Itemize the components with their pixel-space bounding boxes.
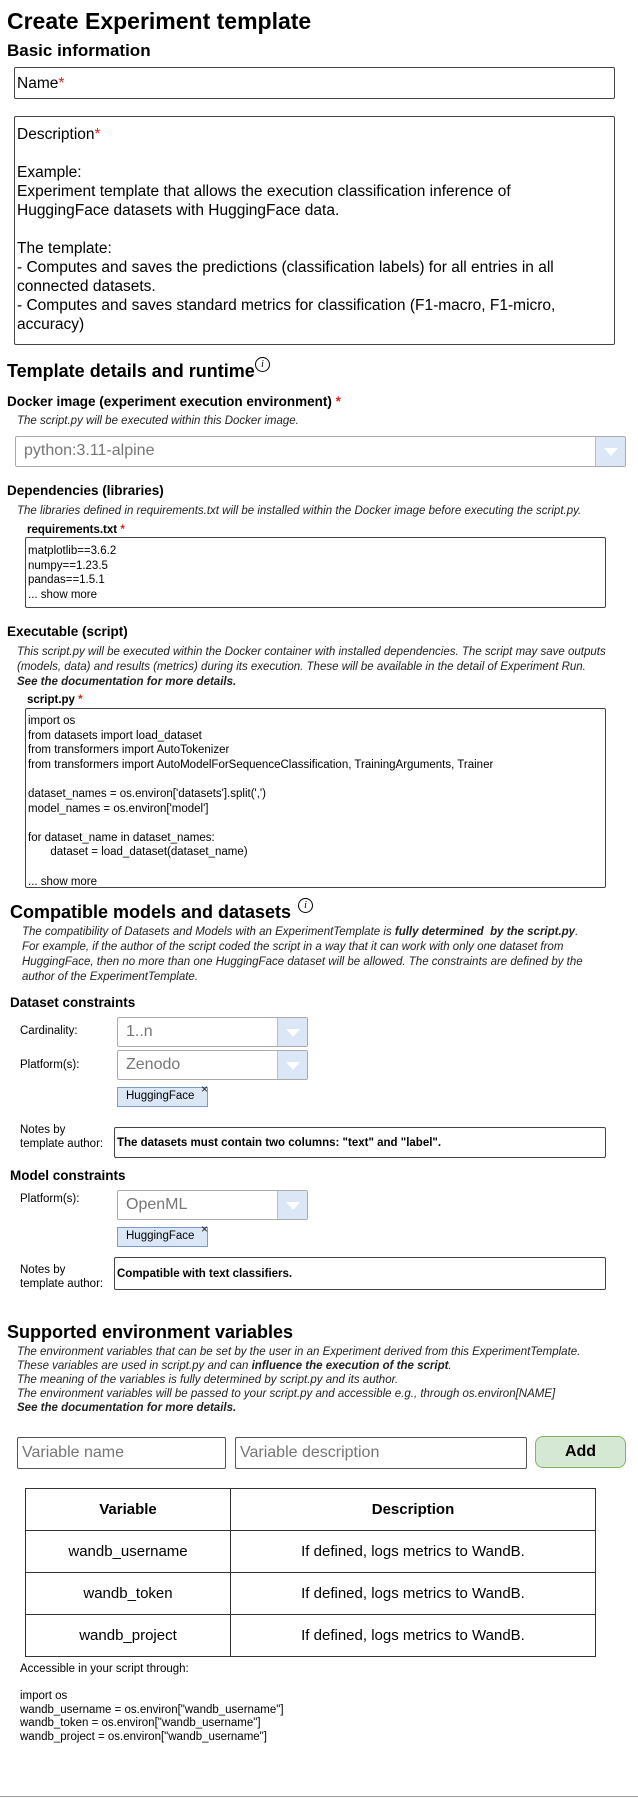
dataset-platform-tag: HuggingFace × [117,1082,208,1107]
docker-image-value: python:3.11-alpine [24,442,155,459]
column-header-description: Description [230,1488,596,1531]
script-editor[interactable]: import os from datasets import load_data… [25,708,606,888]
requirements-editor[interactable]: matplotlib==3.6.2 numpy==1.23.5 pandas==… [25,537,606,608]
description-label: Description [17,126,95,143]
model-notes-input[interactable]: Compatible with text classifiers. [114,1257,606,1290]
variable-cell: wandb_username [25,1530,231,1573]
model-platform-value: OpenML [126,1196,188,1213]
dataset-constraints-heading: Dataset constraints [10,995,136,1010]
model-platform-label: Platform(s): [20,1193,80,1205]
add-variable-button[interactable]: Add [535,1436,626,1468]
info-icon[interactable]: i [298,898,313,913]
variable-description-input[interactable] [235,1437,527,1469]
model-constraints-heading: Model constraints [10,1168,126,1183]
dataset-notes-label: Notes by template author: [20,1124,104,1150]
dataset-platform-select[interactable]: Zenodo [117,1050,308,1080]
dataset-notes-value: The datasets must contain two columns: "… [117,1137,442,1149]
name-input[interactable]: Name* [14,67,615,99]
column-header-variable: Variable [25,1488,231,1531]
template-details-heading: Template details and runtime [7,361,255,381]
docker-hint: The script.py will be executed within th… [17,415,299,427]
chevron-down-icon[interactable] [277,1051,307,1079]
model-notes-value: Compatible with text classifiers. [117,1268,293,1280]
requirements-file-label: requirements.txt * [27,524,125,536]
script-content: import os from datasets import load_data… [28,715,494,888]
docker-image-select[interactable]: python:3.11-alpine [15,436,626,467]
documentation-link[interactable]: See the documentation for more details. [17,675,236,690]
script-file-label: script.py * [27,694,83,706]
table-row[interactable]: wandb_username If defined, logs metrics … [25,1530,596,1573]
env-vars-table: Variable Description wandb_username If d… [25,1488,596,1657]
close-icon[interactable]: × [201,1082,208,1096]
cardinality-label: Cardinality: [20,1025,78,1037]
dependencies-label: Dependencies (libraries) [7,483,164,498]
cardinality-select[interactable]: 1..n [117,1017,308,1047]
executable-label: Executable (script) [7,624,128,639]
dataset-platform-value: Zenodo [126,1056,181,1073]
description-cell: If defined, logs metrics to WandB. [230,1572,596,1615]
variable-name-input[interactable] [17,1437,226,1469]
executable-hint: This script.py will be executed within t… [17,646,606,673]
info-icon[interactable]: i [255,357,270,372]
bottom-divider [0,1796,638,1797]
table-row[interactable]: wandb_token If defined, logs metrics to … [25,1572,596,1615]
description-textarea[interactable]: Description* Example: Experiment templat… [14,116,615,345]
docker-image-label: Docker image (experiment execution envir… [7,394,341,409]
env-vars-hint: The environment variables that can be se… [17,1346,581,1400]
chevron-down-icon[interactable] [277,1018,307,1046]
variable-cell: wandb_project [25,1614,231,1657]
page-title: Create Experiment template [7,8,312,34]
description-cell: If defined, logs metrics to WandB. [230,1530,596,1573]
close-icon[interactable]: × [201,1222,208,1236]
basic-info-heading: Basic information [7,41,151,60]
chevron-down-icon[interactable] [277,1191,307,1219]
required-mark: * [94,126,101,143]
model-notes-label: Notes by template author: [20,1264,104,1290]
variable-cell: wandb_token [25,1572,231,1615]
model-platform-tag: HuggingFace × [117,1222,208,1247]
dataset-platform-label: Platform(s): [20,1059,80,1071]
model-platform-select[interactable]: OpenML [117,1190,308,1220]
table-row[interactable]: wandb_project If defined, logs metrics t… [25,1614,596,1657]
env-access-example: Accessible in your script through: impor… [20,1663,284,1743]
compatibility-hint: The compatibility of Datasets and Models… [22,926,583,983]
description-cell: If defined, logs metrics to WandB. [230,1614,596,1657]
chevron-down-icon[interactable] [595,437,625,466]
requirements-content: matplotlib==3.6.2 numpy==1.23.5 pandas==… [28,545,117,601]
compatible-heading: Compatible models and datasets [10,902,292,922]
env-vars-heading: Supported environment variables [7,1322,294,1342]
documentation-link[interactable]: See the documentation for more details. [17,1401,236,1416]
dependencies-hint: The libraries defined in requirements.tx… [17,505,582,517]
required-mark: * [58,75,65,92]
description-text: Example: Experiment template that allows… [17,164,556,333]
cardinality-value: 1..n [126,1023,153,1040]
dataset-notes-input[interactable]: The datasets must contain two columns: "… [114,1127,606,1158]
name-label: Name [17,75,59,92]
